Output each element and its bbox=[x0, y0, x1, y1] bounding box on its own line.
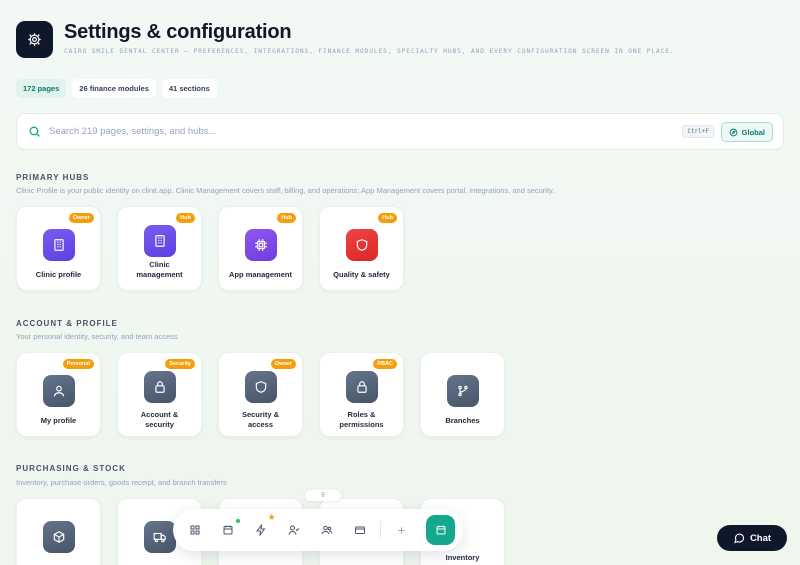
search-bar[interactable]: Search 219 pages, settings, and hubs... … bbox=[16, 113, 784, 150]
gear-icon bbox=[28, 33, 41, 46]
badge: Hub bbox=[378, 213, 397, 223]
card-label: My profile bbox=[40, 416, 77, 425]
truck-icon bbox=[144, 521, 176, 553]
branch-icon bbox=[447, 375, 479, 407]
search-shortcut: Ctrl+F bbox=[682, 125, 714, 138]
badge: Personal bbox=[62, 359, 94, 369]
user-icon bbox=[43, 375, 75, 407]
section-desc-primary-hubs: Clinic Profile is your public identity o… bbox=[16, 186, 555, 195]
card-icon bbox=[354, 526, 365, 534]
search-icon bbox=[29, 126, 40, 137]
badge: Hub bbox=[176, 213, 195, 223]
card-label: Roles & permissions bbox=[339, 410, 384, 429]
plus-icon bbox=[398, 526, 406, 534]
dock-users-button[interactable] bbox=[315, 517, 340, 543]
shield-icon bbox=[346, 229, 378, 261]
users-icon bbox=[321, 525, 333, 535]
chip-icon bbox=[245, 229, 277, 261]
lock-icon bbox=[346, 371, 378, 403]
user-check-icon bbox=[288, 525, 300, 535]
dock-user-check-button[interactable] bbox=[282, 517, 307, 543]
dock-calendar-button[interactable] bbox=[216, 517, 241, 543]
card-clinic-management[interactable]: Hub Clinic management bbox=[117, 206, 202, 291]
card-label: Branches bbox=[445, 416, 480, 425]
header bbox=[16, 21, 53, 58]
stat-sections: 41 sections bbox=[161, 79, 217, 98]
stats-row: 172 pages 26 finance modules 41 sections bbox=[16, 79, 217, 98]
dock-bolt-button[interactable]: ★ bbox=[249, 512, 276, 543]
badge: RBAC bbox=[373, 359, 397, 369]
settings-logo bbox=[16, 21, 53, 58]
stat-pages: 172 pages bbox=[16, 79, 67, 98]
page-subtitle: CAIRO SMILE DENTAL CENTER — PREFERENCES,… bbox=[64, 48, 675, 55]
card-purchasing-1[interactable] bbox=[16, 498, 101, 565]
badge: Owner bbox=[270, 359, 296, 369]
grid-icon bbox=[190, 525, 200, 535]
global-scope-label: Global bbox=[741, 127, 765, 137]
section-title-account-profile: ACCOUNT & PROFILE bbox=[16, 319, 118, 328]
section-title-primary-hubs: PRIMARY HUBS bbox=[16, 173, 90, 182]
star-icon: ★ bbox=[267, 512, 276, 522]
stat-finance-modules: 26 finance modules bbox=[72, 79, 156, 98]
page-title: Settings & configuration bbox=[64, 21, 292, 43]
box-icon bbox=[43, 521, 75, 553]
floating-dock: ★ bbox=[173, 509, 463, 551]
calendar-icon bbox=[223, 525, 233, 535]
card-my-profile[interactable]: Personal My profile bbox=[16, 352, 101, 437]
dock-card-button[interactable] bbox=[348, 517, 373, 543]
building-icon bbox=[43, 229, 75, 261]
card-label: Clinic profile bbox=[35, 270, 82, 279]
card-clinic-profile[interactable]: Owner Clinic profile bbox=[16, 206, 101, 291]
card-roles-permissions[interactable]: RBAC Roles & permissions bbox=[319, 352, 404, 437]
card-label: Security & access bbox=[241, 410, 280, 429]
compass-icon bbox=[729, 128, 737, 136]
card-label: Quality & safety bbox=[333, 270, 390, 279]
card-label: Inventory bbox=[445, 553, 480, 562]
card-label: Clinic management bbox=[136, 260, 183, 279]
calendar-icon bbox=[436, 525, 446, 535]
search-input[interactable]: Search 219 pages, settings, and hubs... bbox=[49, 126, 216, 137]
card-quality-safety[interactable]: Hub Quality & safety bbox=[319, 206, 404, 291]
global-scope-button[interactable]: Global bbox=[720, 122, 773, 142]
dock-calendar-active-button[interactable] bbox=[426, 515, 456, 545]
card-account-security[interactable]: Security Account & security bbox=[117, 352, 202, 437]
badge: Hub bbox=[277, 213, 296, 223]
card-app-management[interactable]: Hub App management bbox=[218, 206, 303, 291]
card-label: App management bbox=[229, 270, 292, 279]
chat-label: Chat bbox=[749, 532, 772, 544]
dock-add-button[interactable] bbox=[389, 517, 414, 543]
section-desc-account-profile: Your personal identity, security, and te… bbox=[16, 332, 178, 341]
status-dot bbox=[235, 519, 240, 523]
badge: Security bbox=[165, 359, 195, 369]
bolt-icon bbox=[256, 524, 266, 536]
card-branches[interactable]: Branches bbox=[420, 352, 505, 437]
badge: Owner bbox=[68, 213, 94, 223]
card-label: Account & security bbox=[140, 410, 179, 429]
shield-icon bbox=[245, 371, 277, 403]
building-icon bbox=[144, 225, 176, 257]
section-desc-purchasing-stock: Inventory, purchase orders, goods receip… bbox=[16, 478, 227, 487]
chat-bubble-icon bbox=[734, 533, 744, 544]
card-security-access[interactable]: Owner Security & access bbox=[218, 352, 303, 437]
dock-divider bbox=[380, 521, 382, 539]
lock-icon bbox=[144, 371, 176, 403]
section-title-purchasing-stock: PURCHASING & STOCK bbox=[16, 464, 126, 473]
chat-button[interactable]: Chat bbox=[717, 525, 787, 551]
dock-drag-handle[interactable]: ⠿ bbox=[305, 490, 341, 501]
dock-grid-button[interactable] bbox=[183, 517, 208, 543]
